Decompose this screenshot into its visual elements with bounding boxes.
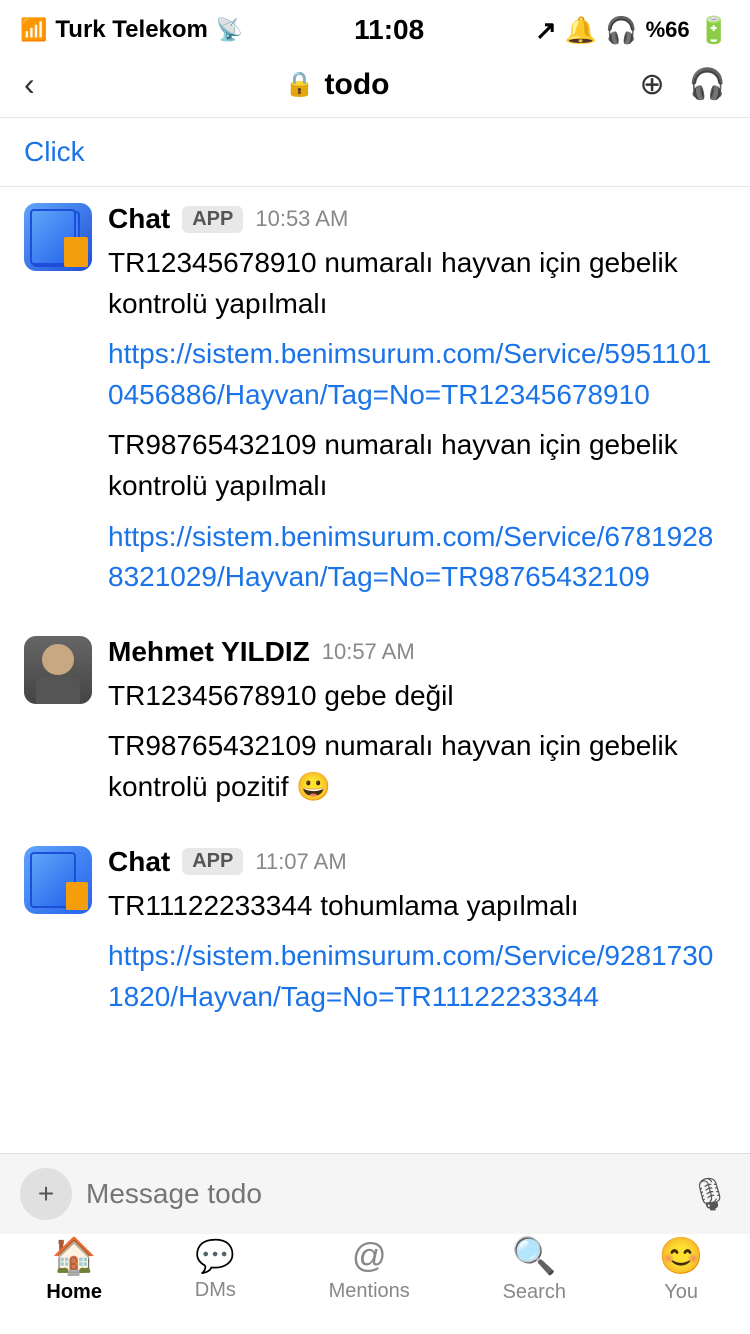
bottom-nav: 🏠 Home 💬 DMs @ Mentions 🔍 Search 😊 You xyxy=(0,1220,750,1334)
nav-title: 🔒 todo xyxy=(285,68,390,102)
nav-item-you[interactable]: 😊 You xyxy=(659,1235,704,1304)
sender-name: Chat xyxy=(108,203,170,235)
message-body-3: Chat APP 11:07 AM TR11122233344 tohumlam… xyxy=(108,846,726,1028)
status-time: 11:08 xyxy=(354,14,424,46)
message-text-5: TR11122233344 tohumlama yapılmalı xyxy=(108,886,726,927)
dms-icon: 💬 xyxy=(195,1237,235,1275)
you-label: You xyxy=(664,1281,698,1304)
home-label: Home xyxy=(46,1281,102,1304)
nav-actions: ⊕ 🎧 xyxy=(639,67,726,102)
message-header-1: Chat APP 10:53 AM xyxy=(108,203,726,235)
message-text-4: TR98765432109 numaralı hayvan için gebel… xyxy=(108,726,726,807)
nav-item-dms[interactable]: 💬 DMs xyxy=(195,1237,236,1302)
message-text-3: TR12345678910 gebe değil xyxy=(108,676,726,717)
app-badge-2: APP xyxy=(182,848,243,875)
chat-app-avatar xyxy=(24,203,92,271)
headphone-nav-icon[interactable]: 🎧 xyxy=(689,67,726,102)
avatar-body xyxy=(36,677,80,704)
chat-content: Click Chat APP 10:53 AM TR12345678910 nu… xyxy=(0,118,750,1053)
sender-name-3: Chat xyxy=(108,846,170,878)
home-icon: 🏠 xyxy=(52,1235,97,1277)
message-block-3: Chat APP 11:07 AM TR11122233344 tohumlam… xyxy=(0,834,750,1044)
search-icon: 🔍 xyxy=(512,1235,557,1277)
mentions-icon: @ xyxy=(352,1237,387,1276)
message-block-2: Mehmet YILDIZ 10:57 AM TR12345678910 geb… xyxy=(0,624,750,834)
app-badge: APP xyxy=(182,206,243,233)
alarm-icon: 🔔 xyxy=(565,15,597,46)
mentions-label: Mentions xyxy=(329,1280,410,1303)
sender-name-2: Mehmet YILDIZ xyxy=(108,636,310,668)
nav-bar: ‹ 🔒 todo ⊕ 🎧 xyxy=(0,56,750,118)
nav-item-search[interactable]: 🔍 Search xyxy=(503,1235,566,1304)
lock-icon: 🔒 xyxy=(285,70,315,99)
message-time-2: 10:57 AM xyxy=(322,639,415,665)
message-time: 10:53 AM xyxy=(255,206,348,232)
avatar-human xyxy=(24,636,92,704)
message-header-3: Chat APP 11:07 AM xyxy=(108,846,726,878)
message-body-1: Chat APP 10:53 AM TR12345678910 numaralı… xyxy=(108,203,726,608)
wifi-icon: 📡 xyxy=(216,17,243,43)
avatar-head xyxy=(42,644,74,675)
dms-label: DMs xyxy=(195,1279,236,1302)
new-message-icon[interactable]: ⊕ xyxy=(639,67,664,102)
message-block: Chat APP 10:53 AM TR12345678910 numaralı… xyxy=(0,191,750,624)
message-link[interactable]: https://sistem.benimsurum.com/Service/59… xyxy=(108,334,726,415)
status-right: ↗ 🔔 🎧 %66 🔋 xyxy=(535,15,730,46)
nav-item-home[interactable]: 🏠 Home xyxy=(46,1235,102,1304)
chat-app-avatar-2 xyxy=(24,846,92,914)
message-body-2: Mehmet YILDIZ 10:57 AM TR12345678910 geb… xyxy=(108,636,726,818)
signal-icon: 📶 xyxy=(20,17,47,43)
carrier-text: Turk Telekom xyxy=(55,16,207,44)
message-input-area: + 🎙 xyxy=(0,1153,750,1234)
headphone-icon: 🎧 xyxy=(605,15,637,46)
status-left: 📶 Turk Telekom 📡 xyxy=(20,16,243,44)
message-text: TR12345678910 numaralı hayvan için gebel… xyxy=(108,243,726,324)
back-button[interactable]: ‹ xyxy=(24,66,35,103)
message-link-3[interactable]: https://sistem.benimsurum.com/Service/92… xyxy=(108,936,726,1017)
attachment-button[interactable]: + xyxy=(20,1168,72,1220)
click-link[interactable]: Click xyxy=(0,128,750,182)
status-bar: 📶 Turk Telekom 📡 11:08 ↗ 🔔 🎧 %66 🔋 xyxy=(0,0,750,56)
search-label: Search xyxy=(503,1281,566,1304)
battery-text: %66 xyxy=(646,17,690,43)
user-avatar xyxy=(24,636,92,704)
message-input[interactable] xyxy=(86,1174,675,1214)
message-header-2: Mehmet YILDIZ 10:57 AM xyxy=(108,636,726,668)
message-text-2: TR98765432109 numaralı hayvan için gebel… xyxy=(108,425,726,506)
channel-name: todo xyxy=(325,68,390,102)
battery-icon: 🔋 xyxy=(698,15,730,46)
message-time-3: 11:07 AM xyxy=(255,849,346,875)
message-link-2[interactable]: https://sistem.benimsurum.com/Service/67… xyxy=(108,517,726,598)
location-icon: ↗ xyxy=(535,15,557,46)
you-icon: 😊 xyxy=(659,1235,704,1277)
nav-item-mentions[interactable]: @ Mentions xyxy=(329,1237,410,1303)
microphone-icon[interactable]: 🎙 xyxy=(689,1175,730,1213)
